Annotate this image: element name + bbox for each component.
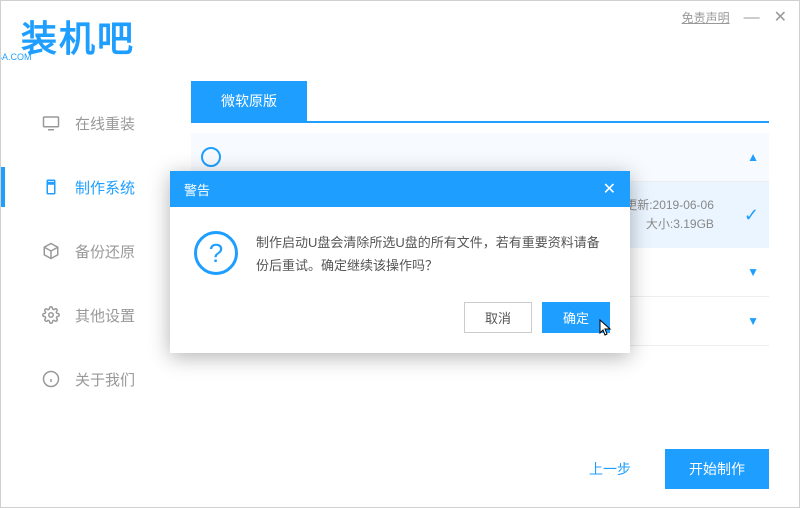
ok-button[interactable]: 确定 <box>542 302 610 333</box>
dialog-footer: 取消 确定 <box>170 292 630 353</box>
modal-overlay: 警告 ✕ ? 制作启动U盘会清除所选U盘的所有文件，若有重要资料请备份后重试。确… <box>1 1 799 507</box>
question-icon: ? <box>194 231 238 275</box>
dialog-header: 警告 ✕ <box>170 171 630 207</box>
cursor-icon <box>599 319 615 342</box>
cancel-button[interactable]: 取消 <box>464 302 532 333</box>
dialog-title: 警告 <box>184 180 210 199</box>
dialog-close-button[interactable]: ✕ <box>603 179 616 199</box>
dialog-body: ? 制作启动U盘会清除所选U盘的所有文件，若有重要资料请备份后重试。确定继续该操… <box>170 207 630 292</box>
warning-dialog: 警告 ✕ ? 制作启动U盘会清除所选U盘的所有文件，若有重要资料请备份后重试。确… <box>170 171 630 353</box>
ok-label: 确定 <box>563 311 589 326</box>
app-window: 装机吧 ZHUANGJIBA.COM 免责声明 — ✕ 在线重装 制作系统 <box>0 0 800 508</box>
dialog-message: 制作启动U盘会清除所选U盘的所有文件，若有重要资料请备份后重试。确定继续该操作吗… <box>256 231 606 278</box>
